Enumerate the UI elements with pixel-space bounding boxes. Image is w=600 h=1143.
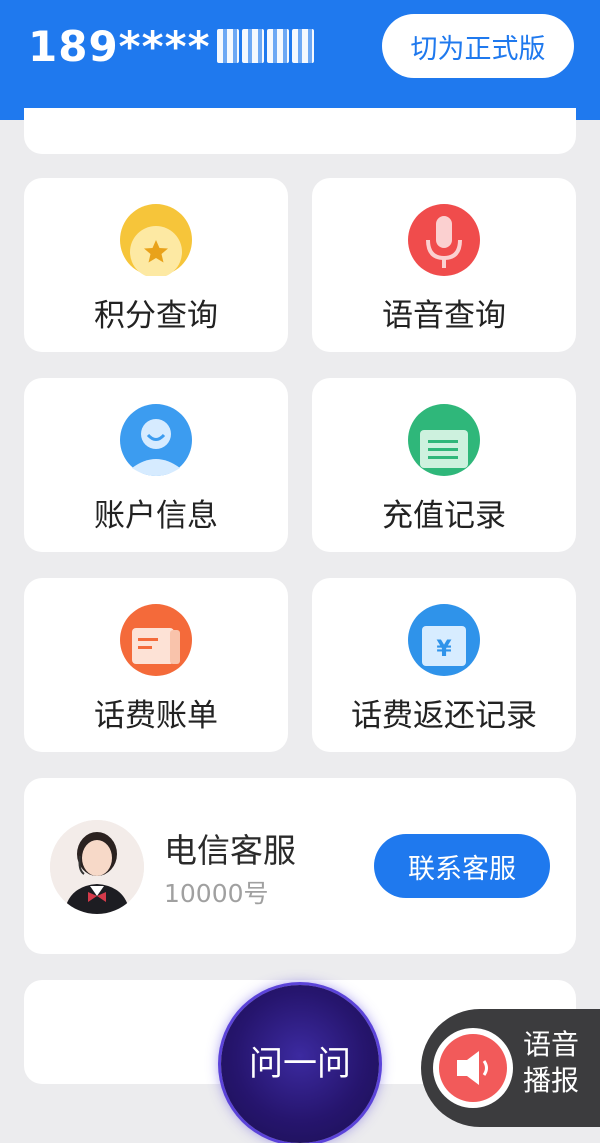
ask-assistant-button[interactable]: 问一问 — [221, 985, 379, 1143]
user-account-icon — [120, 404, 192, 476]
voice-broadcast-button[interactable]: 语音 播报 — [421, 1009, 600, 1127]
bill-icon — [120, 604, 192, 676]
phone-prefix: 189**** — [28, 21, 211, 71]
tile-label: 话费账单 — [94, 698, 218, 734]
svg-text:¥: ¥ — [436, 637, 452, 662]
ask-label: 问一问 — [249, 1043, 351, 1084]
service-number: 10000号 — [164, 879, 269, 908]
tile-recharge-record[interactable]: 充值记录 — [312, 378, 576, 552]
yuan-refund-icon: ¥ — [408, 604, 480, 676]
tile-label: 积分查询 — [94, 298, 218, 334]
header-bar: 189**** 切为正式版 — [0, 0, 600, 120]
recharge-record-icon — [408, 404, 480, 476]
contact-service-button[interactable]: 联系客服 — [374, 834, 550, 898]
service-agent-avatar — [50, 820, 144, 914]
voice-broadcast-label: 语音 播报 — [522, 1028, 579, 1097]
service-title: 电信客服 — [164, 831, 296, 870]
previous-card-bottom — [24, 108, 576, 154]
speaker-icon — [433, 1028, 513, 1108]
switch-to-official-button[interactable]: 切为正式版 — [382, 14, 574, 78]
points-medal-icon — [120, 204, 192, 276]
pixelated-digits — [216, 29, 314, 63]
tile-account-info[interactable]: 账户信息 — [24, 378, 288, 552]
masked-phone-number: 189**** — [28, 18, 314, 74]
tile-points-query[interactable]: 积分查询 — [24, 178, 288, 352]
tile-label: 话费返还记录 — [351, 698, 537, 734]
tile-label: 账户信息 — [94, 498, 218, 534]
microphone-icon — [408, 204, 480, 276]
customer-service-card: 电信客服 10000号 联系客服 — [24, 778, 576, 954]
tile-refund-record[interactable]: ¥ 话费返还记录 — [312, 578, 576, 752]
tile-phone-bill[interactable]: 话费账单 — [24, 578, 288, 752]
tile-label: 语音查询 — [382, 298, 506, 334]
tile-voice-query[interactable]: 语音查询 — [312, 178, 576, 352]
tile-label: 充值记录 — [382, 498, 506, 534]
